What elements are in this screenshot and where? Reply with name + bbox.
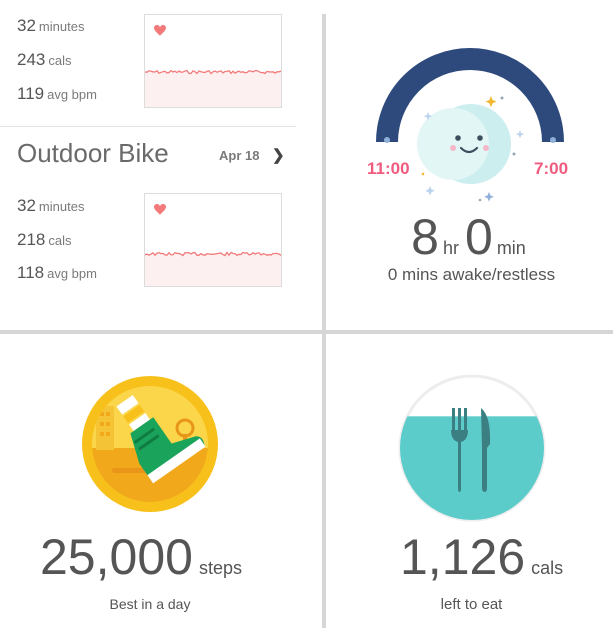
food-fill xyxy=(400,416,544,520)
avg-bpm-stat: 119 avg bpm xyxy=(17,84,97,104)
heart-rate-area xyxy=(145,254,281,286)
arc-end-dot xyxy=(550,137,556,143)
vertical-divider xyxy=(322,14,326,628)
sleep-hours-unit: hr xyxy=(442,238,459,258)
sleep-mins-value: 0 xyxy=(465,209,493,265)
sleep-mins-unit: min xyxy=(496,238,526,258)
calories-unit: cals xyxy=(48,233,72,248)
steps-value-line: 25,000 steps xyxy=(40,528,242,586)
workout-title[interactable]: Outdoor Bike xyxy=(17,138,169,169)
calories-unit: cals xyxy=(48,53,72,68)
steps-value: 25,000 xyxy=(40,529,193,585)
horizontal-divider xyxy=(0,330,613,334)
steps-unit: steps xyxy=(198,558,242,578)
sleep-hours-value: 8 xyxy=(411,209,439,265)
sleep-duration: 8 hr 0 min xyxy=(330,208,613,266)
calories-stat: 243 cals xyxy=(17,50,72,70)
avg-bpm-stat: 118 avg bpm xyxy=(17,263,97,283)
steps-caption: Best in a day xyxy=(109,596,191,612)
duration-unit: minutes xyxy=(38,199,85,214)
duration-value: 32 xyxy=(17,16,36,35)
bpm-unit: avg bpm xyxy=(47,266,97,281)
sleep-graphic xyxy=(376,48,564,202)
duration-value: 32 xyxy=(17,196,36,215)
duration-stat: 32 minutes xyxy=(17,16,84,36)
sneaker-badge-icon xyxy=(82,376,218,512)
bpm-unit: avg bpm xyxy=(47,87,97,102)
arc-start-dot xyxy=(384,137,390,143)
sleep-awake-text: 0 mins awake/restless xyxy=(387,265,556,284)
bpm-value: 119 xyxy=(17,84,45,103)
chevron-right-icon[interactable]: ❯ xyxy=(272,146,285,164)
sleep-end-time: 7:00 xyxy=(534,159,569,178)
calories-value: 243 xyxy=(17,50,46,69)
calories-value: 218 xyxy=(17,230,46,249)
food-cals-unit: cals xyxy=(531,558,564,578)
duration-stat: 32 minutes xyxy=(17,196,84,216)
sleep-start-time: 11:00 xyxy=(367,159,410,178)
heart-rate-chart xyxy=(144,14,282,108)
workout-date: Apr 18 xyxy=(219,148,260,163)
food-value-line: 1,126 cals xyxy=(400,528,563,586)
calories-stat: 218 cals xyxy=(17,230,72,250)
food-caption: left to eat xyxy=(440,596,503,613)
heart-icon xyxy=(154,204,166,215)
bpm-value: 118 xyxy=(17,263,45,282)
heart-rate-area xyxy=(145,72,281,107)
duration-unit: minutes xyxy=(38,19,85,34)
heart-icon xyxy=(154,25,166,36)
heart-rate-chart xyxy=(144,193,282,287)
food-gauge xyxy=(398,374,546,522)
food-cals-value: 1,126 xyxy=(400,529,526,585)
workout-separator xyxy=(0,126,296,127)
